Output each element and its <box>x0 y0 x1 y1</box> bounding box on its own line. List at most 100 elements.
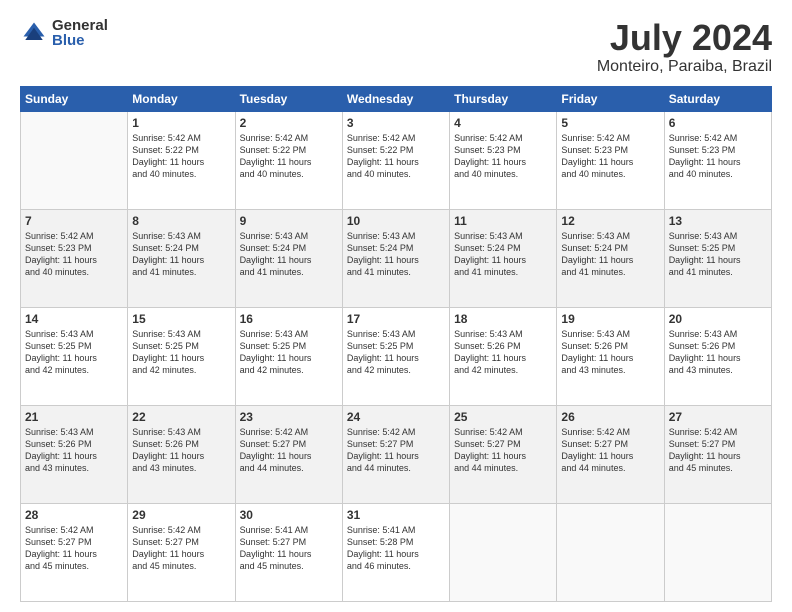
day-info: Sunrise: 5:43 AM Sunset: 5:26 PM Dayligh… <box>669 328 767 377</box>
calendar-header-thursday: Thursday <box>450 86 557 111</box>
calendar-week-row: 21 Sunrise: 5:43 AM Sunset: 5:26 PM Dayli… <box>21 405 772 503</box>
day-info: Sunrise: 5:42 AM Sunset: 5:22 PM Dayligh… <box>240 132 338 181</box>
calendar-header-tuesday: Tuesday <box>235 86 342 111</box>
day-number: 3 <box>347 116 445 130</box>
day-info: Sunrise: 5:42 AM Sunset: 5:23 PM Dayligh… <box>454 132 552 181</box>
day-number: 30 <box>240 508 338 522</box>
calendar-cell: 18 Sunrise: 5:43 AM Sunset: 5:26 PM Dayli… <box>450 307 557 405</box>
calendar-header-wednesday: Wednesday <box>342 86 449 111</box>
calendar-header-saturday: Saturday <box>664 86 771 111</box>
calendar-cell: 31Sunrise: 5:41 AM Sunset: 5:28 PM Dayli… <box>342 503 449 601</box>
day-number: 6 <box>669 116 767 130</box>
calendar-cell: 2Sunrise: 5:42 AM Sunset: 5:22 PM Daylig… <box>235 111 342 209</box>
title-block: July 2024 Monteiro, Paraiba, Brazil <box>597 18 772 76</box>
calendar-week-row: 7Sunrise: 5:42 AM Sunset: 5:23 PM Daylig… <box>21 209 772 307</box>
day-number: 12 <box>561 214 659 228</box>
day-info: Sunrise: 5:43 AM Sunset: 5:26 PM Dayligh… <box>454 328 552 377</box>
calendar-cell: 5 Sunrise: 5:42 AM Sunset: 5:23 PM Daylig… <box>557 111 664 209</box>
calendar-header-sunday: Sunday <box>21 86 128 111</box>
logo-general-label: General <box>52 18 108 33</box>
day-info: Sunrise: 5:43 AM Sunset: 5:24 PM Dayligh… <box>454 230 552 279</box>
calendar-cell <box>664 503 771 601</box>
day-info: Sunrise: 5:42 AM Sunset: 5:27 PM Dayligh… <box>240 426 338 475</box>
day-number: 26 <box>561 410 659 424</box>
day-number: 1 <box>132 116 230 130</box>
calendar-cell: 29Sunrise: 5:42 AM Sunset: 5:27 PM Dayli… <box>128 503 235 601</box>
calendar-cell: 3 Sunrise: 5:42 AM Sunset: 5:22 PM Daylig… <box>342 111 449 209</box>
day-info: Sunrise: 5:43 AM Sunset: 5:26 PM Dayligh… <box>132 426 230 475</box>
calendar-cell: 21 Sunrise: 5:43 AM Sunset: 5:26 PM Dayli… <box>21 405 128 503</box>
day-number: 9 <box>240 214 338 228</box>
calendar-week-row: 14 Sunrise: 5:43 AM Sunset: 5:25 PM Dayli… <box>21 307 772 405</box>
calendar-cell: 25 Sunrise: 5:42 AM Sunset: 5:27 PM Dayli… <box>450 405 557 503</box>
calendar-cell: 4 Sunrise: 5:42 AM Sunset: 5:23 PM Daylig… <box>450 111 557 209</box>
logo: General Blue <box>20 18 108 48</box>
calendar-cell: 12Sunrise: 5:43 AM Sunset: 5:24 PM Dayli… <box>557 209 664 307</box>
day-number: 31 <box>347 508 445 522</box>
day-info: Sunrise: 5:42 AM Sunset: 5:27 PM Dayligh… <box>132 524 230 573</box>
calendar-cell: 27 Sunrise: 5:42 AM Sunset: 5:27 PM Dayli… <box>664 405 771 503</box>
calendar-cell: 20 Sunrise: 5:43 AM Sunset: 5:26 PM Dayli… <box>664 307 771 405</box>
day-number: 8 <box>132 214 230 228</box>
calendar-cell: 9 Sunrise: 5:43 AM Sunset: 5:24 PM Daylig… <box>235 209 342 307</box>
day-number: 17 <box>347 312 445 326</box>
logo-blue-label: Blue <box>52 33 108 48</box>
calendar-cell: 10 Sunrise: 5:43 AM Sunset: 5:24 PM Dayli… <box>342 209 449 307</box>
calendar-cell: 1 Sunrise: 5:42 AM Sunset: 5:22 PM Daylig… <box>128 111 235 209</box>
logo-icon <box>20 19 48 47</box>
calendar-cell: 28 Sunrise: 5:42 AM Sunset: 5:27 PM Dayli… <box>21 503 128 601</box>
day-number: 25 <box>454 410 552 424</box>
day-info: Sunrise: 5:42 AM Sunset: 5:27 PM Dayligh… <box>25 524 123 573</box>
day-number: 14 <box>25 312 123 326</box>
day-number: 21 <box>25 410 123 424</box>
calendar-header-monday: Monday <box>128 86 235 111</box>
day-info: Sunrise: 5:43 AM Sunset: 5:25 PM Dayligh… <box>132 328 230 377</box>
day-info: Sunrise: 5:42 AM Sunset: 5:27 PM Dayligh… <box>454 426 552 475</box>
month-title: July 2024 <box>597 18 772 58</box>
day-number: 16 <box>240 312 338 326</box>
day-info: Sunrise: 5:43 AM Sunset: 5:24 PM Dayligh… <box>132 230 230 279</box>
day-info: Sunrise: 5:42 AM Sunset: 5:27 PM Dayligh… <box>347 426 445 475</box>
day-number: 4 <box>454 116 552 130</box>
calendar-cell: 24 Sunrise: 5:42 AM Sunset: 5:27 PM Dayli… <box>342 405 449 503</box>
calendar-cell: 15 Sunrise: 5:43 AM Sunset: 5:25 PM Dayli… <box>128 307 235 405</box>
calendar-cell: 11 Sunrise: 5:43 AM Sunset: 5:24 PM Dayli… <box>450 209 557 307</box>
day-info: Sunrise: 5:42 AM Sunset: 5:22 PM Dayligh… <box>347 132 445 181</box>
day-number: 15 <box>132 312 230 326</box>
day-number: 20 <box>669 312 767 326</box>
calendar-cell: 19Sunrise: 5:43 AM Sunset: 5:26 PM Dayli… <box>557 307 664 405</box>
calendar-cell: 7Sunrise: 5:42 AM Sunset: 5:23 PM Daylig… <box>21 209 128 307</box>
day-info: Sunrise: 5:43 AM Sunset: 5:25 PM Dayligh… <box>347 328 445 377</box>
day-number: 22 <box>132 410 230 424</box>
day-number: 5 <box>561 116 659 130</box>
calendar-cell: 13Sunrise: 5:43 AM Sunset: 5:25 PM Dayli… <box>664 209 771 307</box>
day-info: Sunrise: 5:43 AM Sunset: 5:24 PM Dayligh… <box>347 230 445 279</box>
day-info: Sunrise: 5:42 AM Sunset: 5:22 PM Dayligh… <box>132 132 230 181</box>
calendar-header-row: SundayMondayTuesdayWednesdayThursdayFrid… <box>21 86 772 111</box>
day-info: Sunrise: 5:42 AM Sunset: 5:27 PM Dayligh… <box>561 426 659 475</box>
day-number: 18 <box>454 312 552 326</box>
calendar-cell <box>450 503 557 601</box>
day-info: Sunrise: 5:42 AM Sunset: 5:23 PM Dayligh… <box>25 230 123 279</box>
day-info: Sunrise: 5:43 AM Sunset: 5:26 PM Dayligh… <box>561 328 659 377</box>
day-info: Sunrise: 5:43 AM Sunset: 5:26 PM Dayligh… <box>25 426 123 475</box>
day-info: Sunrise: 5:43 AM Sunset: 5:25 PM Dayligh… <box>25 328 123 377</box>
day-info: Sunrise: 5:43 AM Sunset: 5:24 PM Dayligh… <box>240 230 338 279</box>
day-number: 11 <box>454 214 552 228</box>
day-number: 10 <box>347 214 445 228</box>
calendar-week-row: 28 Sunrise: 5:42 AM Sunset: 5:27 PM Dayli… <box>21 503 772 601</box>
day-info: Sunrise: 5:43 AM Sunset: 5:25 PM Dayligh… <box>669 230 767 279</box>
calendar-cell: 17 Sunrise: 5:43 AM Sunset: 5:25 PM Dayli… <box>342 307 449 405</box>
day-number: 28 <box>25 508 123 522</box>
calendar-cell <box>557 503 664 601</box>
calendar-cell: 6 Sunrise: 5:42 AM Sunset: 5:23 PM Daylig… <box>664 111 771 209</box>
day-info: Sunrise: 5:41 AM Sunset: 5:27 PM Dayligh… <box>240 524 338 573</box>
day-info: Sunrise: 5:42 AM Sunset: 5:23 PM Dayligh… <box>669 132 767 181</box>
calendar-header-friday: Friday <box>557 86 664 111</box>
day-info: Sunrise: 5:42 AM Sunset: 5:27 PM Dayligh… <box>669 426 767 475</box>
day-number: 24 <box>347 410 445 424</box>
day-info: Sunrise: 5:42 AM Sunset: 5:23 PM Dayligh… <box>561 132 659 181</box>
location-title: Monteiro, Paraiba, Brazil <box>597 58 772 76</box>
calendar-cell: 22 Sunrise: 5:43 AM Sunset: 5:26 PM Dayli… <box>128 405 235 503</box>
day-number: 27 <box>669 410 767 424</box>
